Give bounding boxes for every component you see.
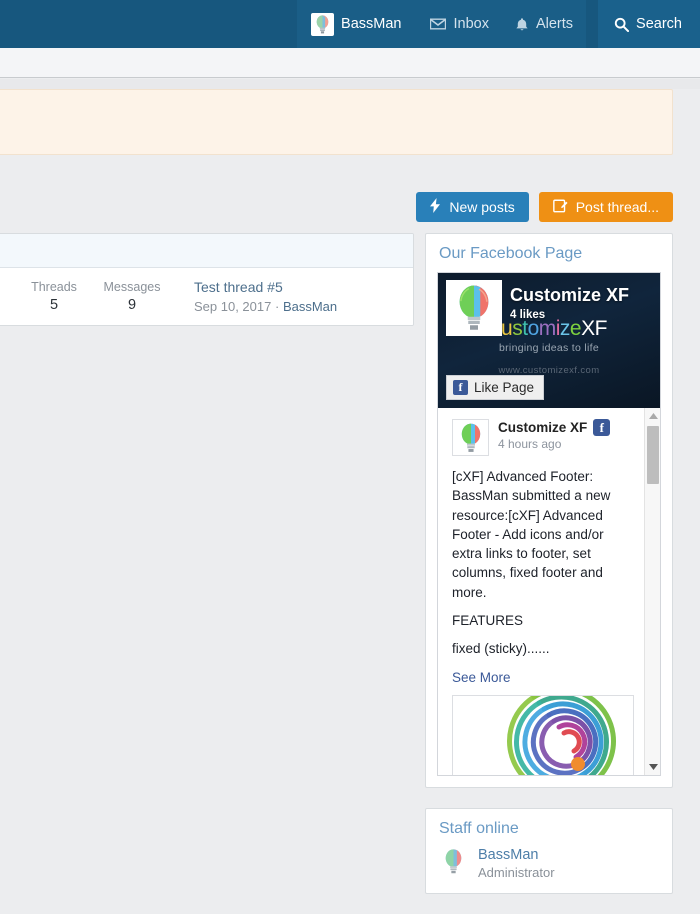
messages-value: 9 (93, 296, 171, 315)
last-post-separator: · (275, 299, 279, 314)
facebook-post-image[interactable] (452, 695, 634, 775)
post-thread-button[interactable]: Post thread... (539, 192, 673, 222)
scroll-down-arrow-icon[interactable] (645, 759, 661, 775)
node-stat-messages: Messages 9 (93, 279, 171, 315)
user-avatar-icon (311, 13, 334, 36)
new-posts-label: New posts (449, 199, 514, 215)
notice-banner[interactable] (0, 89, 673, 155)
facebook-post-paragraph-1: [cXF] Advanced Footer: BassMan submitted… (452, 467, 634, 602)
facebook-page-plugin: customizeXF bringing ideas to life www.c… (437, 272, 661, 776)
brand-tagline: bringing ideas to life (444, 342, 654, 354)
staff-member-title: Administrator (478, 864, 555, 881)
nav-search-label: Search (636, 16, 682, 32)
facebook-post-body: [cXF] Advanced Footer: BassMan submitted… (452, 467, 634, 687)
search-icon (614, 17, 629, 32)
nav-item-inbox[interactable]: Inbox (417, 0, 501, 48)
secondary-nav-strip (0, 48, 700, 78)
facebook-cover-photo: customizeXF bringing ideas to life www.c… (438, 273, 660, 408)
facebook-post-paragraph-3: fixed (sticky)...... (452, 639, 634, 658)
lightning-bolt-icon (430, 198, 441, 216)
staff-online-title: Staff online (426, 809, 672, 847)
facebook-badge-icon: f (593, 419, 610, 436)
nav-inbox-label: Inbox (453, 16, 488, 32)
node-last-post: Test thread #5 Sep 10, 2017 · BassMan (194, 278, 337, 316)
nav-alerts-label: Alerts (536, 16, 573, 32)
facebook-post-paragraph-2: FEATURES (452, 611, 634, 630)
nav-user-label: BassMan (341, 16, 401, 32)
scrollbar-thumb[interactable] (647, 426, 659, 484)
scroll-up-arrow-icon[interactable] (645, 408, 661, 424)
facebook-post-author[interactable]: Customize XF (498, 419, 587, 436)
pencil-square-icon (553, 198, 568, 216)
facebook-post-avatar (452, 419, 489, 456)
forum-node-panel: Threads 5 Messages 9 Test thread #5 Sep … (0, 233, 414, 326)
sidebar: Our Facebook Page customizeXF bringing i… (425, 233, 673, 914)
staff-avatar (439, 847, 468, 876)
last-post-title-link[interactable]: Test thread #5 (194, 278, 337, 297)
facebook-f-icon: f (453, 380, 468, 395)
nav-item-alerts[interactable]: Alerts (502, 0, 586, 48)
nav-account-group: BassMan Inbox Alerts (297, 0, 586, 48)
node-stat-threads: Threads 5 (15, 279, 93, 315)
brand-letter-z: z (560, 317, 570, 340)
facebook-post-header: Customize XF f 4 hours ago (452, 419, 634, 456)
facebook-post-meta: Customize XF f 4 hours ago (498, 419, 610, 456)
brand-letters-xf: XF (581, 317, 607, 340)
facebook-feed-scrollbar[interactable] (644, 408, 660, 775)
sidebar-block-facebook: Our Facebook Page customizeXF bringing i… (425, 233, 673, 788)
last-post-date: Sep 10, 2017 (194, 299, 271, 314)
brand-letter-e: e (570, 317, 581, 340)
facebook-page-name: Customize XF (510, 285, 629, 306)
new-posts-button[interactable]: New posts (416, 192, 528, 222)
facebook-page-likes: 4 likes (510, 309, 545, 321)
threads-label: Threads (15, 279, 93, 296)
facebook-post-feed: Customize XF f 4 hours ago [cXF] Advance… (438, 408, 660, 775)
nav-right-group: BassMan Inbox Alerts (297, 0, 700, 48)
threads-value: 5 (15, 296, 93, 315)
messages-label: Messages (93, 279, 171, 296)
staff-member-name-link[interactable]: BassMan (478, 847, 555, 864)
staff-online-list-item[interactable]: BassMan Administrator (426, 847, 672, 893)
breadcrumb-strip (0, 79, 700, 89)
top-navigation-bar: BassMan Inbox Alerts (0, 0, 700, 48)
nav-item-search[interactable]: Search (598, 0, 700, 48)
facebook-see-more-link[interactable]: See More (452, 670, 511, 685)
facebook-like-page-button[interactable]: f Like Page (446, 375, 544, 400)
node-row[interactable]: Threads 5 Messages 9 Test thread #5 Sep … (0, 268, 413, 325)
facebook-page-avatar (446, 280, 502, 336)
staff-member-info: BassMan Administrator (478, 847, 555, 881)
facebook-block-title: Our Facebook Page (426, 234, 672, 272)
last-post-author-link[interactable]: BassMan (283, 299, 337, 314)
forum-action-buttons: New posts Post thread... (0, 192, 673, 222)
envelope-icon (430, 18, 446, 30)
facebook-post-author-row: Customize XF f (498, 419, 610, 436)
post-thread-label: Post thread... (576, 199, 659, 215)
last-post-meta: Sep 10, 2017 · BassMan (194, 297, 337, 316)
bell-icon (515, 17, 529, 32)
nav-item-user-menu[interactable]: BassMan (297, 0, 417, 48)
like-page-label: Like Page (474, 380, 534, 395)
node-category-header (0, 234, 413, 268)
facebook-post-time: 4 hours ago (498, 436, 610, 453)
sidebar-block-staff-online: Staff online BassMan Administrator (425, 808, 673, 894)
